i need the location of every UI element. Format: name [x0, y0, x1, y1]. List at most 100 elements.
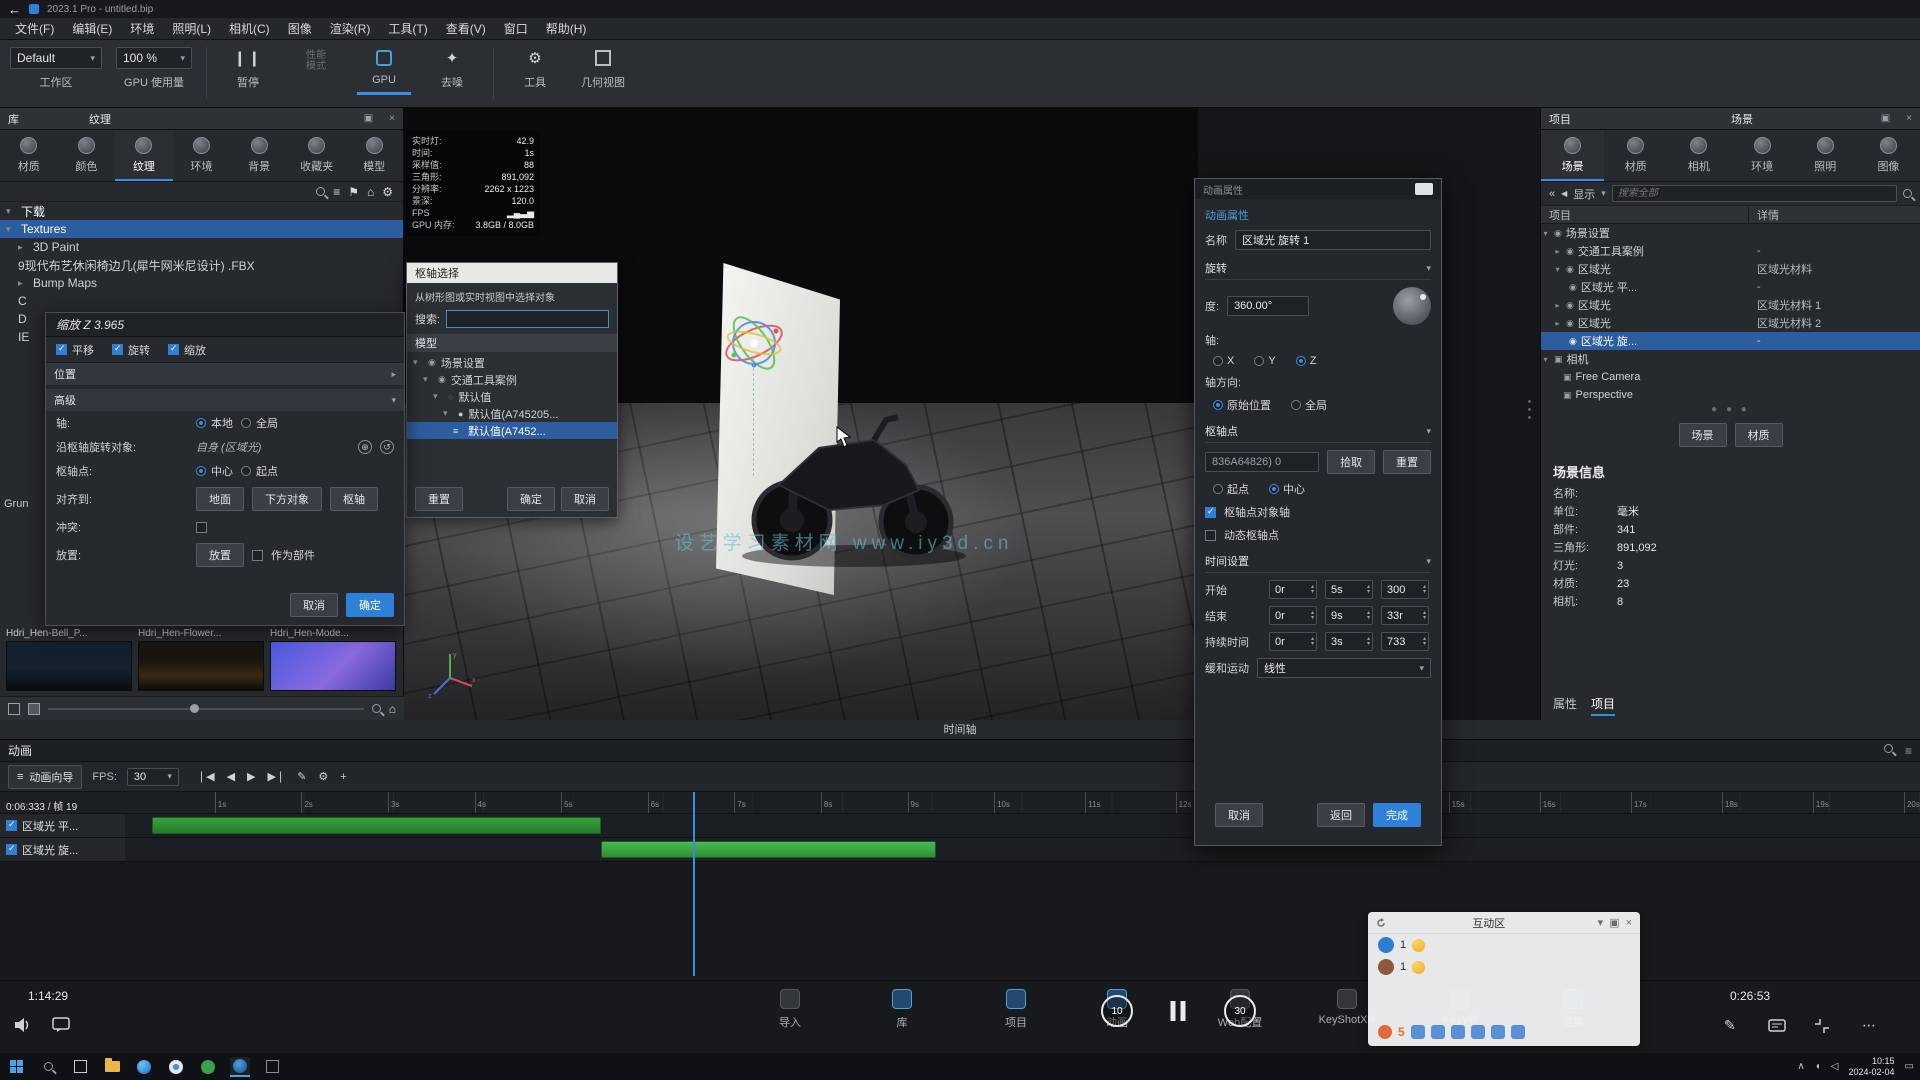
eye-icon[interactable]: ◉	[1554, 228, 1562, 239]
pick-target-icon[interactable]: ⊕	[358, 440, 372, 454]
end-spinner-2[interactable]: 9s▴▾	[1325, 606, 1373, 625]
gpu-mode-button[interactable]: GPU	[357, 47, 411, 95]
dialog-header-button[interactable]	[1415, 183, 1433, 195]
add-keyframe-button[interactable]: +	[340, 771, 346, 783]
danmaku-chat-icon[interactable]	[52, 1017, 70, 1033]
easing-dropdown[interactable]: 线性▾	[1257, 658, 1431, 678]
zoom-icon[interactable]	[372, 704, 381, 713]
emote-icon[interactable]	[1451, 1025, 1465, 1039]
eye-icon[interactable]: ◉	[1566, 246, 1574, 257]
project-tab[interactable]: 照明	[1794, 130, 1857, 181]
done-button[interactable]: 完成	[1373, 803, 1421, 827]
skip-start-button[interactable]: ❘◀	[197, 770, 215, 783]
library-root-item[interactable]: ▾ 下载	[0, 202, 403, 220]
time-section-header[interactable]: 时间设置 ▾	[1205, 550, 1431, 573]
cancel-button[interactable]: 取消	[290, 593, 338, 617]
library-item-bumpmaps[interactable]: ▸ Bump Maps	[0, 274, 403, 292]
timeline-playhead[interactable]	[693, 792, 695, 976]
home-icon[interactable]: ⌂	[389, 702, 396, 716]
library-tab[interactable]: 收藏夹	[288, 130, 346, 181]
ok-button[interactable]: 确定	[346, 593, 394, 617]
filter-icon[interactable]: ≡	[333, 185, 340, 199]
axis-z-radio[interactable]: Z	[1296, 355, 1317, 367]
align-below-button[interactable]: 下方对象	[252, 487, 322, 511]
dir-global-radio[interactable]: 全局	[1291, 397, 1327, 413]
track-checkbox[interactable]	[6, 820, 17, 831]
menu-item[interactable]: 环境	[121, 17, 163, 40]
start-spinner-2[interactable]: 5s▴▾	[1325, 580, 1373, 599]
scene-tree-row[interactable]: ▣Perspective	[1541, 386, 1920, 404]
column-header-item[interactable]: 项目	[1541, 207, 1749, 223]
library-item-fbx[interactable]: 9现代布艺休闲椅边几(犀牛网米尼设计) .FBX	[0, 256, 403, 274]
library-item-c[interactable]: C	[0, 292, 403, 310]
timeline-dock-title[interactable]: 时间轴	[0, 720, 1920, 740]
notification-icon[interactable]: ▭	[1905, 1061, 1914, 1072]
pivot-section-header[interactable]: 枢轴点 ▾	[1205, 420, 1431, 443]
menu-item[interactable]: 照明(L)	[163, 17, 220, 40]
dock-project-button[interactable]: 项目	[973, 989, 1059, 1030]
menu-item[interactable]: 查看(V)	[437, 17, 495, 40]
browser-icon[interactable]	[166, 1057, 186, 1077]
pivot-center-radio[interactable]: 中心	[1269, 481, 1305, 497]
align-pivot-button[interactable]: 枢轴	[330, 487, 378, 511]
menu-item[interactable]: 编辑(E)	[63, 17, 121, 40]
position-section-header[interactable]: 位置 ▸	[46, 363, 404, 385]
reset-icon[interactable]: ↺	[380, 440, 394, 454]
align-ground-button[interactable]: 地面	[196, 487, 244, 511]
end-spinner-3[interactable]: 33r▴▾	[1381, 606, 1429, 625]
project-tab[interactable]: 图像	[1857, 130, 1920, 181]
start-spinner-1[interactable]: 0r▴▾	[1269, 580, 1317, 599]
emote-icon[interactable]	[1511, 1025, 1525, 1039]
animation-name-field[interactable]: 区域光 旋转 1	[1235, 230, 1431, 250]
step-back-button[interactable]: ◀	[227, 770, 235, 783]
material-button[interactable]: 材质	[1735, 423, 1783, 447]
more-options-icon[interactable]: ⋯	[1862, 1017, 1876, 1034]
back-icon[interactable]: ◀	[1561, 189, 1567, 198]
keyshot-taskbar-icon[interactable]	[230, 1057, 250, 1077]
collision-checkbox[interactable]	[196, 522, 207, 533]
pivot-origin-radio[interactable]: 起点	[241, 463, 278, 479]
project-tab[interactable]: 场景	[1541, 130, 1604, 181]
project-tab[interactable]: 环境	[1731, 130, 1794, 181]
menu-item[interactable]: 窗口	[495, 17, 537, 40]
eye-icon[interactable]: ◉	[1569, 282, 1577, 293]
pivot-tree-row[interactable]: ▾◉ 交通工具案例	[407, 371, 617, 388]
emote-icon[interactable]	[1471, 1025, 1485, 1039]
duration-spinner-3[interactable]: 733▴▾	[1381, 632, 1429, 651]
tab-properties[interactable]: 属性	[1553, 695, 1577, 716]
pin-icon[interactable]: ▾	[1598, 916, 1604, 929]
scene-tree-row-selected[interactable]: ◉区域光 旋... -	[1541, 332, 1920, 350]
axis-global-radio[interactable]: 全局	[241, 415, 278, 431]
video-pause-button[interactable]	[1171, 995, 1186, 1021]
panel-dock-icon[interactable]: ▣	[1881, 113, 1890, 124]
dock-import-button[interactable]: 导入	[747, 989, 833, 1030]
menu-item[interactable]: 图像	[279, 17, 321, 40]
dialog-title[interactable]: 枢轴选择	[407, 263, 617, 283]
reset-button[interactable]: 重置	[1383, 450, 1431, 474]
axis-x-radio[interactable]: X	[1213, 355, 1234, 367]
menu-icon[interactable]: ≡	[1905, 744, 1912, 758]
library-tab[interactable]: 颜色	[58, 130, 116, 181]
tree-resize-handle[interactable]: ● ● ●	[1541, 404, 1920, 418]
taskbar-search-icon[interactable]	[38, 1057, 58, 1077]
start-spinner-3[interactable]: 300▴▾	[1381, 580, 1429, 599]
pivot-search-input[interactable]	[446, 310, 609, 328]
note-board-icon[interactable]	[1768, 1019, 1786, 1032]
eye-icon[interactable]: ◉	[1566, 264, 1574, 275]
exit-fullscreen-icon[interactable]	[1814, 1018, 1830, 1034]
rotation-dial[interactable]	[1393, 287, 1431, 325]
thumbnail-size-slider[interactable]	[48, 708, 364, 710]
emote-icon[interactable]	[1431, 1025, 1445, 1039]
dock-library-button[interactable]: 库	[859, 989, 945, 1030]
column-header-detail[interactable]: 详情	[1749, 207, 1779, 223]
play-button[interactable]: ▶	[247, 770, 255, 783]
reset-button[interactable]: 重置	[415, 487, 463, 511]
duration-spinner-1[interactable]: 0r▴▾	[1269, 632, 1317, 651]
thumbnail-hdri-3[interactable]: Hdri_Hen-Mode...	[270, 628, 396, 691]
search-icon[interactable]	[1884, 744, 1893, 753]
file-explorer-icon[interactable]	[102, 1057, 122, 1077]
scene-tree-row[interactable]: ▸◉交通工具案例 -	[1541, 242, 1920, 260]
start-button[interactable]	[6, 1057, 26, 1077]
refresh-icon[interactable]	[1376, 918, 1386, 928]
library-item-3dpaint[interactable]: ▸ 3D Paint	[0, 238, 403, 256]
